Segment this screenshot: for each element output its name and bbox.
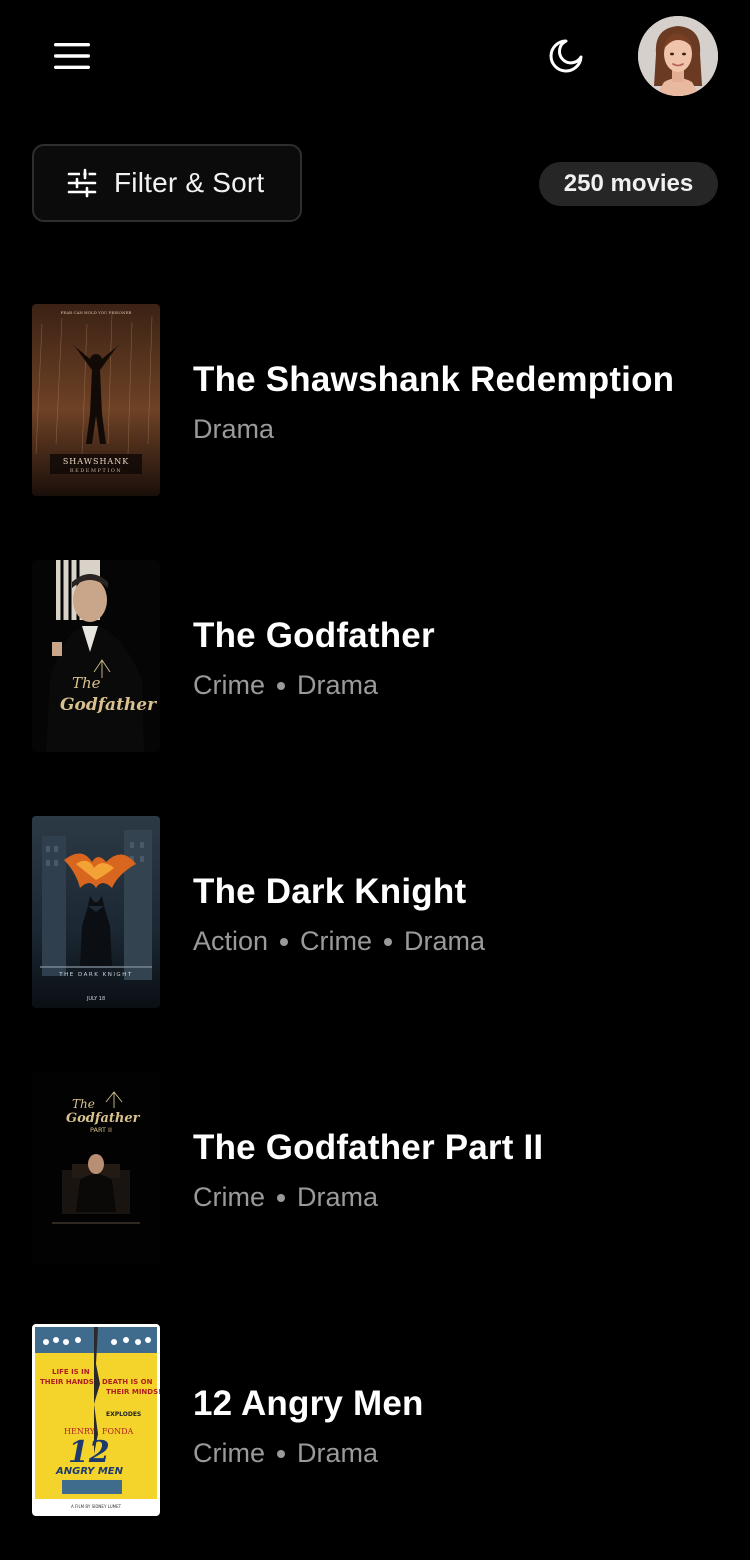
movie-title: The Dark Knight <box>193 872 467 911</box>
genre-label: Crime <box>193 1438 265 1468</box>
movie-poster: The Godfather <box>32 560 160 752</box>
genre-label: Drama <box>297 1438 379 1468</box>
genre-separator <box>277 1449 285 1458</box>
movie-title: The Shawshank Redemption <box>193 360 675 399</box>
filter-sort-label: Filter & Sort <box>114 167 265 198</box>
svg-text:REDEMPTION: REDEMPTION <box>70 468 122 474</box>
movie-genres: Drama <box>193 414 274 445</box>
genre-separator <box>277 1193 285 1202</box>
filter-sort-button[interactable]: Filter & Sort <box>32 144 302 222</box>
genre-label: Action <box>193 926 269 956</box>
genre-separator <box>277 681 285 690</box>
genre-label: Crime <box>193 1182 265 1212</box>
svg-text:A FILM BY SIDNEY LUMET: A FILM BY SIDNEY LUMET <box>71 1504 122 1509</box>
svg-text:THE DARK KNIGHT: THE DARK KNIGHT <box>58 972 132 978</box>
movie-genres: Action Crime Drama <box>193 926 485 957</box>
genre-label: Drama <box>297 670 379 700</box>
movie-poster: SHAWSHANK REDEMPTION FEAR CAN HOLD YOU P… <box>32 304 160 496</box>
svg-text:The: The <box>72 674 101 692</box>
svg-text:Godfather: Godfather <box>60 695 157 715</box>
movie-genres: Crime Drama <box>193 670 378 701</box>
svg-text:FEAR CAN HOLD YOU PRISONER: FEAR CAN HOLD YOU PRISONER <box>61 310 133 315</box>
genre-label: Drama <box>297 1182 379 1212</box>
svg-text:THEIR MINDS!: THEIR MINDS! <box>106 1388 160 1396</box>
svg-text:DEATH IS ON: DEATH IS ON <box>102 1378 153 1386</box>
svg-text:JULY 18: JULY 18 <box>86 996 105 1002</box>
movie-title: 12 Angry Men <box>193 1384 424 1423</box>
movie-title: The Godfather Part II <box>193 1128 544 1167</box>
movie-poster: The Godfather PART II <box>32 1072 160 1264</box>
movie-list-item[interactable]: THE DARK KNIGHT JULY 18 The Dark Knight … <box>32 816 722 1008</box>
moon-icon <box>549 39 583 73</box>
svg-text:PART II: PART II <box>90 1126 112 1134</box>
movie-genres: Crime Drama <box>193 1438 378 1469</box>
movie-list-item[interactable]: LIFE IS IN THEIR HANDS DEATH IS ON THEIR… <box>32 1324 722 1516</box>
hamburger-menu-icon <box>54 43 90 69</box>
sliders-icon <box>66 167 98 199</box>
menu-button[interactable] <box>44 30 100 82</box>
svg-text:ANGRY MEN: ANGRY MEN <box>55 1466 124 1477</box>
genre-separator <box>280 937 289 946</box>
genre-label: Crime <box>300 926 373 956</box>
genre-label: Drama <box>193 414 275 444</box>
movie-poster: THE DARK KNIGHT JULY 18 <box>32 816 160 1008</box>
user-avatar-icon <box>638 16 718 96</box>
svg-text:The: The <box>72 1097 95 1111</box>
movie-list-item[interactable]: The Godfather The Godfather Crime Drama <box>32 560 722 752</box>
genre-label: Crime <box>193 670 265 700</box>
svg-text:SHAWSHANK: SHAWSHANK <box>63 457 129 466</box>
movie-list-item[interactable]: The Godfather PART II The Godfather Part… <box>32 1072 722 1264</box>
svg-text:12: 12 <box>68 1435 110 1470</box>
movie-title: The Godfather <box>193 616 435 655</box>
app-header <box>0 0 750 112</box>
movie-list-item[interactable]: SHAWSHANK REDEMPTION FEAR CAN HOLD YOU P… <box>32 304 722 496</box>
genre-separator <box>384 937 393 946</box>
toolbar: Filter & Sort 250 movies <box>0 144 750 224</box>
svg-text:THEIR HANDS: THEIR HANDS <box>40 1378 94 1386</box>
movie-count-badge: 250 movies <box>539 162 718 206</box>
svg-text:Godfather: Godfather <box>66 1111 141 1126</box>
movie-poster: LIFE IS IN THEIR HANDS DEATH IS ON THEIR… <box>32 1324 160 1516</box>
genre-label: Drama <box>404 926 486 956</box>
avatar[interactable] <box>638 16 718 96</box>
movie-genres: Crime Drama <box>193 1182 378 1213</box>
svg-text:LIFE IS IN: LIFE IS IN <box>52 1368 90 1376</box>
svg-text:EXPLODES: EXPLODES <box>106 1411 141 1418</box>
theme-toggle-button[interactable] <box>540 30 592 82</box>
